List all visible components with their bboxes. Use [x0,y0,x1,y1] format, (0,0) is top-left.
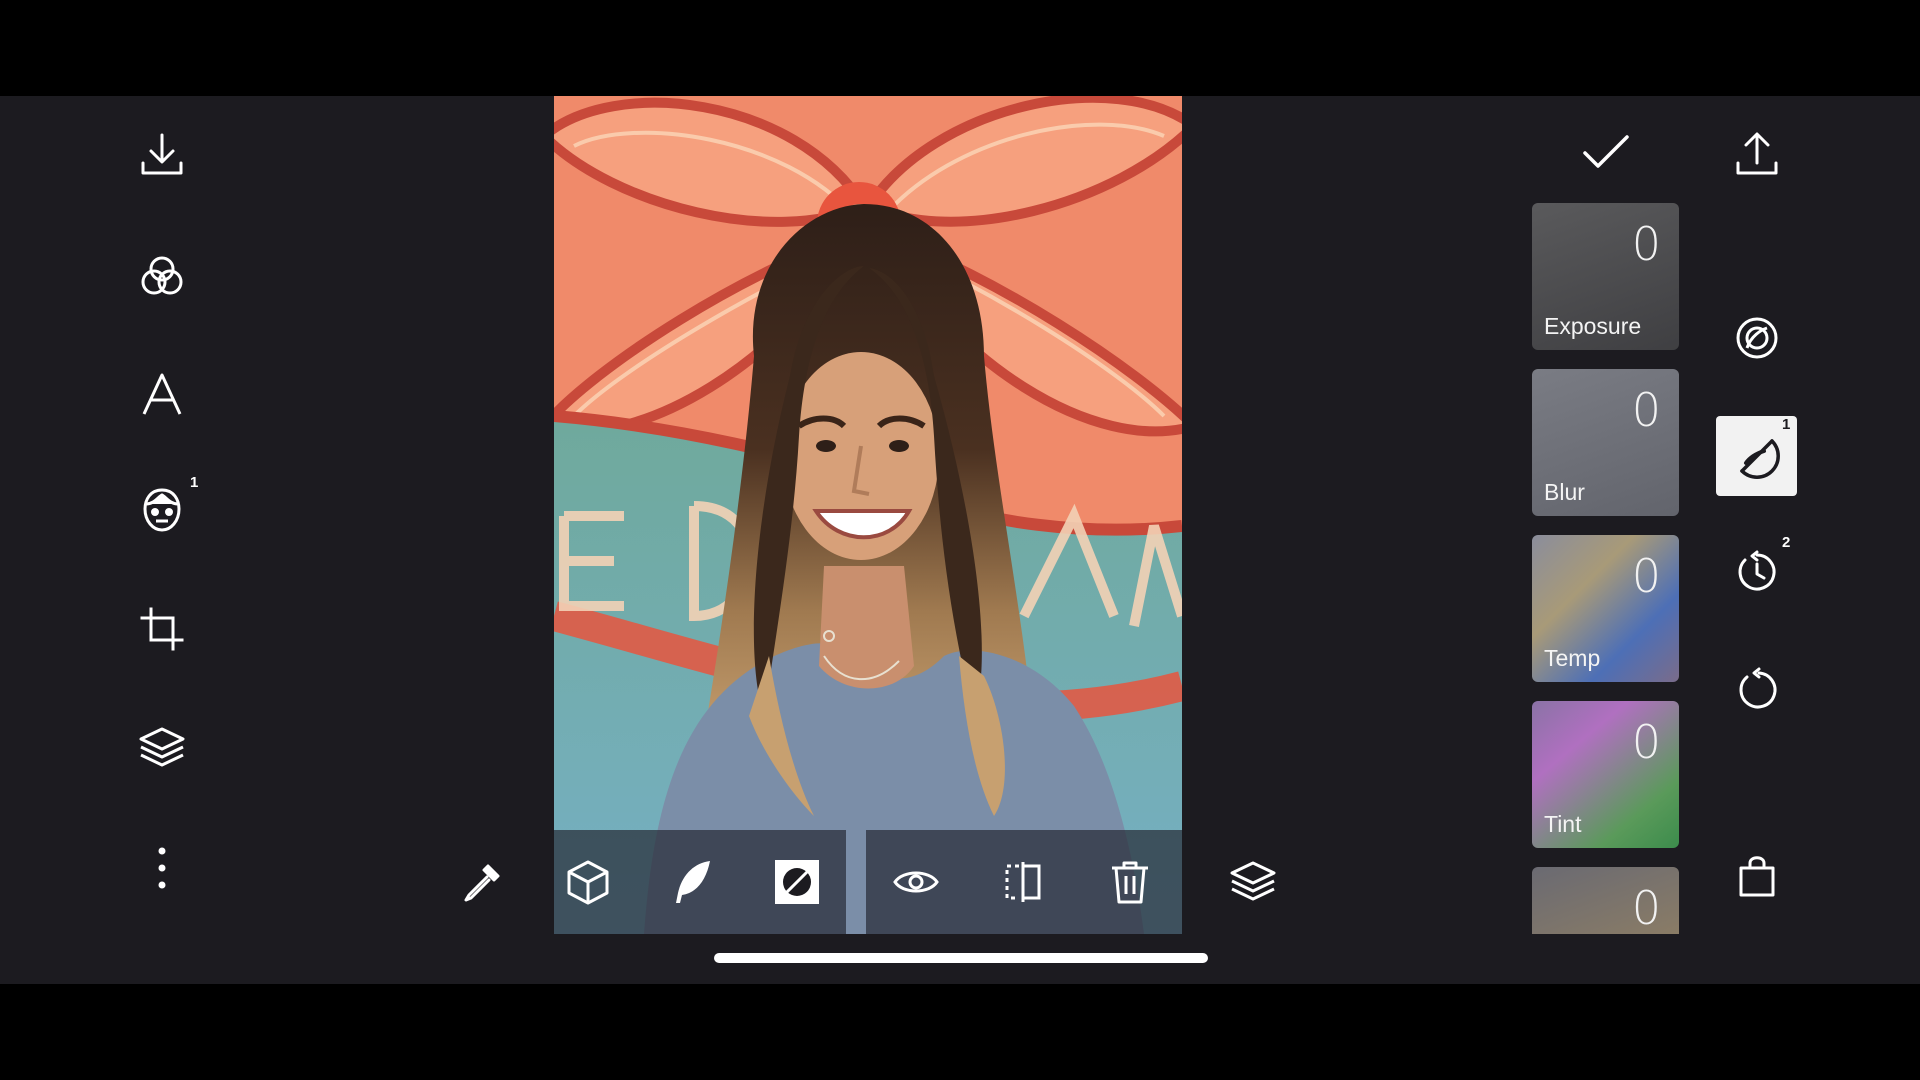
mask-icon[interactable] [771,856,823,908]
adjustment-label: Blur [1544,479,1585,505]
home-indicator [714,953,1208,963]
adjustment-value: 0 [1631,383,1661,437]
adjustment-exposure[interactable]: 0 Exposure [1532,203,1679,350]
bag-icon[interactable] [1729,848,1785,904]
editor-app: 1 0 Exposure 0 Blur 0 Temp 0 Tint 0 1 2 [0,96,1920,984]
adjustment-label: Exposure [1544,313,1642,339]
adjustment-value: 0 [1631,217,1661,271]
cube-icon[interactable] [562,856,614,908]
face-badge: 1 [190,474,199,491]
crop-icon[interactable] [134,601,190,657]
checkmark-icon[interactable] [1578,124,1634,180]
adjustment-blur[interactable]: 0 Blur [1532,369,1679,516]
adjustment-temp[interactable]: 0 Temp [1532,535,1679,682]
more-icon[interactable] [134,840,190,896]
adjustment-next[interactable]: 0 [1532,867,1679,934]
split-icon[interactable] [997,856,1049,908]
share-icon[interactable] [1729,126,1785,182]
trash-icon[interactable] [1104,856,1156,908]
history-icon[interactable] [1729,544,1785,600]
brush-mask-icon[interactable] [1729,428,1785,484]
face-icon[interactable] [134,482,190,538]
layers-icon[interactable] [134,720,190,776]
eyedropper-icon[interactable] [456,856,508,908]
portrait-photo [554,96,1182,934]
feather-icon[interactable] [666,856,718,908]
layers-icon[interactable] [1225,856,1281,908]
brush-mask-badge: 1 [1782,416,1791,433]
photo-canvas[interactable] [554,96,1182,934]
adjustment-value: 0 [1631,881,1661,934]
download-icon[interactable] [134,126,190,182]
text-icon[interactable] [134,366,190,422]
reset-icon[interactable] [1729,662,1785,718]
adjustment-tint[interactable]: 0 Tint [1532,701,1679,848]
adjustment-label: Tint [1544,811,1582,837]
adjustment-value: 0 [1631,549,1661,603]
history-badge: 2 [1782,534,1791,551]
eye-icon[interactable] [890,856,942,908]
lens-icon[interactable] [1729,310,1785,366]
filters-icon[interactable] [134,248,190,304]
adjustment-value: 0 [1631,715,1661,769]
adjustment-label: Temp [1544,645,1601,671]
